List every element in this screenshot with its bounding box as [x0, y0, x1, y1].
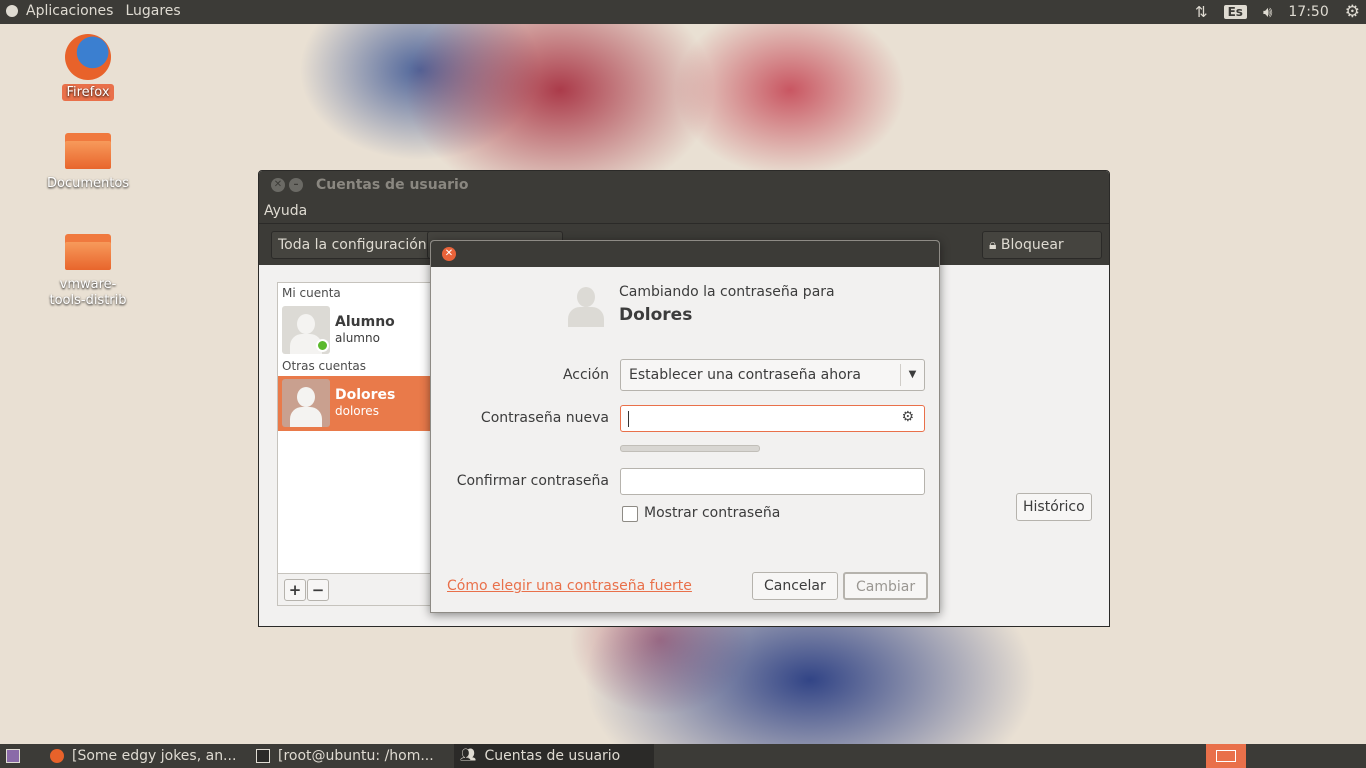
applications-menu[interactable]: Aplicaciones: [26, 3, 113, 19]
user-row-dolores[interactable]: Dolores dolores: [278, 376, 436, 431]
lock-button-label: Bloquear: [1000, 237, 1064, 253]
change-password-dialog: ✕ Cambiando la contraseña para Dolores A…: [430, 240, 940, 613]
avatar: [565, 285, 607, 327]
desktop-icon-label: Firefox: [62, 84, 114, 101]
gear-icon[interactable]: ⚙: [1345, 2, 1360, 22]
change-button[interactable]: Cambiar: [843, 572, 929, 600]
network-icon[interactable]: ⇅: [1195, 3, 1208, 21]
menu-help[interactable]: Ayuda: [264, 203, 307, 219]
lock-icon: 🔒︎: [989, 237, 997, 253]
online-status-icon: [316, 339, 329, 352]
user-name: Dolores: [335, 387, 396, 403]
show-desktop-button[interactable]: [0, 744, 34, 768]
workspace-switcher[interactable]: [1206, 744, 1246, 768]
desktop-icon-vmware-tools[interactable]: vmware-tools-distrib: [43, 234, 133, 310]
workspace-icon: [1216, 750, 1236, 762]
minimize-icon[interactable]: –: [289, 178, 303, 192]
top-panel: Aplicaciones Lugares ⇅ Es 🔊︎ 17:50 ⚙: [0, 0, 1366, 24]
new-password-field[interactable]: ⚙: [620, 405, 925, 432]
show-password-label[interactable]: Mostrar contraseña: [644, 505, 780, 521]
password-strength-bar: [620, 445, 760, 452]
taskbar-item-label: [root@ubuntu: /hom...: [278, 748, 434, 764]
desktop-icon-firefox[interactable]: Firefox: [43, 34, 133, 101]
taskbar-item-terminal[interactable]: [root@ubuntu: /hom...: [250, 744, 450, 768]
keyboard-layout-indicator[interactable]: Es: [1223, 5, 1247, 19]
lock-button[interactable]: 🔒︎ Bloquear: [982, 231, 1102, 259]
chevron-down-icon: ▼: [900, 364, 924, 386]
users-icon: 👥︎: [460, 748, 477, 763]
cancel-button[interactable]: Cancelar: [752, 572, 838, 600]
taskbar: [Some edgy jokes, an... [root@ubuntu: /h…: [0, 744, 1366, 768]
volume-icon[interactable]: 🔊︎: [1263, 3, 1272, 21]
confirm-password-field[interactable]: [620, 468, 925, 495]
new-password-label: Contraseña nueva: [480, 410, 609, 426]
close-icon[interactable]: ✕: [271, 178, 285, 192]
terminal-icon: [256, 749, 270, 763]
folder-icon: [65, 133, 111, 169]
desktop-icon-label: Documentos: [47, 176, 130, 191]
clock[interactable]: 17:50: [1288, 4, 1328, 20]
action-select[interactable]: Establecer una contraseña ahora ▼: [620, 359, 925, 391]
dialog-titlebar[interactable]: ✕: [431, 241, 939, 267]
user-login: dolores: [335, 404, 379, 418]
my-account-header: Mi cuenta: [282, 286, 341, 300]
remove-user-button[interactable]: −: [307, 579, 329, 601]
desktop-icon-documents[interactable]: Documentos: [43, 133, 133, 192]
dialog-subtitle: Cambiando la contraseña para: [619, 284, 835, 300]
places-menu[interactable]: Lugares: [125, 3, 180, 19]
desktop-icon-label: vmware-tools-distrib: [49, 277, 127, 308]
generate-password-icon[interactable]: ⚙: [901, 409, 914, 425]
add-user-button[interactable]: +: [284, 579, 306, 601]
user-login: alumno: [335, 331, 380, 345]
taskbar-item-label: [Some edgy jokes, an...: [72, 748, 237, 764]
taskbar-item-user-accounts[interactable]: 👥︎ Cuentas de usuario: [454, 744, 654, 768]
action-label: Acción: [562, 367, 609, 383]
firefox-icon: [65, 34, 111, 80]
user-row-alumno[interactable]: Alumno alumno: [278, 303, 436, 358]
window-title: Cuentas de usuario: [316, 177, 469, 193]
dialog-user-name: Dolores: [619, 305, 693, 325]
user-name: Alumno: [335, 314, 395, 330]
taskbar-item-firefox[interactable]: [Some edgy jokes, an...: [44, 744, 244, 768]
other-accounts-header: Otras cuentas: [282, 359, 367, 373]
window-titlebar[interactable]: ✕ – Cuentas de usuario: [259, 171, 1109, 199]
strong-password-link[interactable]: Cómo elegir una contraseña fuerte: [447, 578, 692, 594]
menubar: Ayuda: [259, 199, 1109, 223]
user-list-toolbar: + −: [277, 574, 437, 606]
show-desktop-icon: [6, 749, 20, 763]
confirm-password-label: Confirmar contraseña: [456, 473, 609, 489]
taskbar-item-label: Cuentas de usuario: [484, 748, 621, 764]
action-select-value: Establecer una contraseña ahora: [629, 367, 862, 383]
folder-icon: [65, 234, 111, 270]
ubuntu-logo-icon[interactable]: [6, 5, 18, 17]
text-caret: [628, 411, 629, 427]
show-password-checkbox[interactable]: [622, 506, 638, 522]
firefox-icon: [50, 749, 64, 763]
user-list: Mi cuenta Alumno alumno Otras cuentas Do…: [277, 282, 437, 574]
history-button[interactable]: Histórico: [1016, 493, 1092, 521]
close-icon[interactable]: ✕: [442, 247, 456, 261]
all-settings-button[interactable]: Toda la configuración: [271, 231, 434, 259]
avatar: [282, 379, 330, 427]
